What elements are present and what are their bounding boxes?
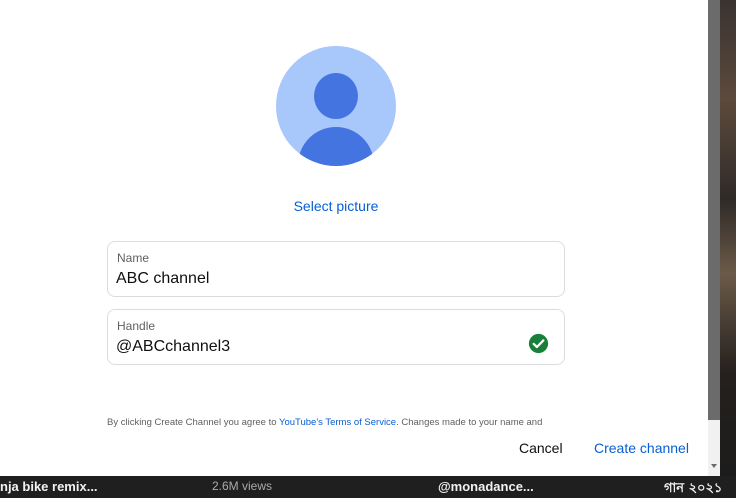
name-input[interactable]: ABC channel (116, 270, 209, 288)
background-video-title[interactable]: nja bike remix... (0, 479, 98, 494)
background-video-row: nja bike remix... 2.6M views @monadance.… (0, 476, 736, 498)
avatar-head-shape (314, 73, 358, 119)
dialog-actions: Cancel Create channel (0, 428, 708, 476)
background-video-title-right[interactable]: গান ২০২১ (664, 479, 722, 498)
handle-field[interactable]: Handle @ABCchannel3 (107, 309, 565, 365)
terms-of-service-link[interactable]: YouTube's Terms of Service (279, 418, 396, 428)
handle-input[interactable]: @ABCchannel3 (116, 338, 230, 356)
scrollbar[interactable] (708, 0, 720, 476)
select-picture-link[interactable]: Select picture (276, 198, 396, 214)
scroll-down-arrow-icon[interactable] (711, 464, 717, 468)
name-field-label: Name (117, 251, 150, 265)
background-video-thumbnail (720, 0, 736, 498)
check-circle-icon (528, 333, 549, 354)
terms-suffix: . Changes made to your name and (396, 418, 543, 428)
create-channel-dialog: Select picture Name ABC channel Handle @… (0, 0, 708, 476)
terms-prefix: By clicking Create Channel you agree to (107, 418, 279, 428)
background-channel-name[interactable]: @monadance... (438, 479, 534, 494)
avatar-shoulders-shape (298, 127, 374, 166)
scrollbar-thumb[interactable] (708, 0, 720, 420)
avatar[interactable] (276, 46, 396, 166)
cancel-button[interactable]: Cancel (519, 440, 563, 456)
terms-text: By clicking Create Channel you agree to … (107, 418, 587, 428)
handle-field-label: Handle (117, 319, 156, 333)
create-channel-button[interactable]: Create channel (594, 440, 689, 456)
background-video-views: 2.6M views (212, 479, 273, 493)
name-field[interactable]: Name ABC channel (107, 241, 565, 297)
